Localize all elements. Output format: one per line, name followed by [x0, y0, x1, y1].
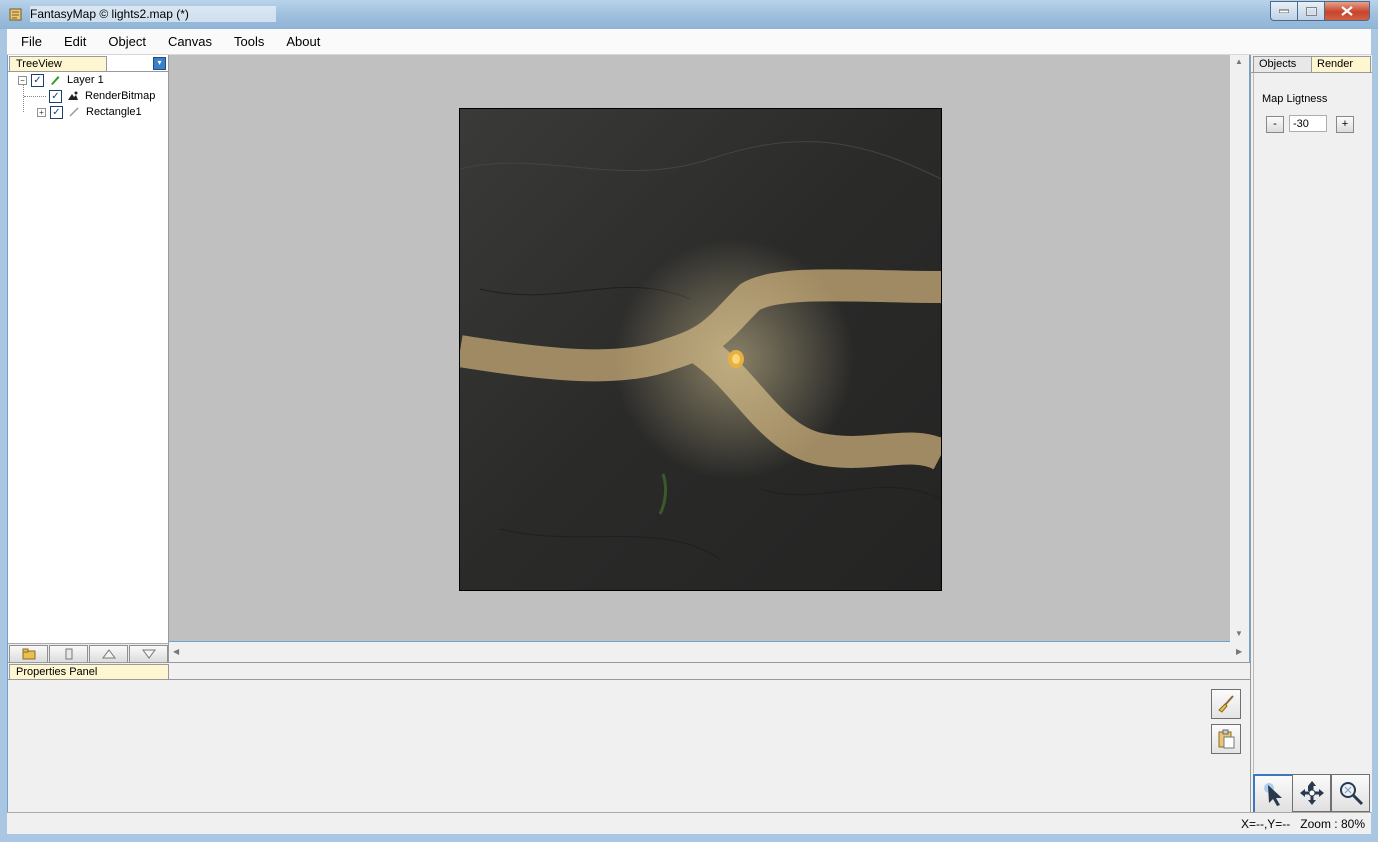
tree-node-renderbitmap[interactable]: ✓ RenderBitmap	[24, 88, 155, 104]
tree-toolbar	[8, 643, 168, 663]
window-controls	[1270, 1, 1370, 21]
lightness-input[interactable]: -30	[1289, 115, 1327, 132]
pin-panel-button[interactable]: ▾	[153, 57, 166, 70]
properties-panel: Properties Panel	[8, 662, 1250, 813]
cursor-coordinates: X=--,Y=--	[1240, 817, 1291, 831]
rectangle1-visibility-checkbox[interactable]: ✓	[50, 105, 63, 119]
bitmap-brush-icon	[68, 91, 78, 100]
arrow-down-icon	[141, 649, 156, 659]
window-frame-bottom	[0, 834, 1378, 842]
menu-canvas[interactable]: Canvas	[160, 31, 220, 53]
expand-toggle[interactable]: +	[37, 107, 46, 117]
zoom-tool-button[interactable]	[1331, 774, 1370, 812]
tree-node-label: Rectangle1	[86, 106, 142, 118]
canvas-horizontal-scrollbar[interactable]: ◀ ▶	[169, 642, 1249, 662]
zoom-level: Zoom : 80%	[1300, 817, 1365, 831]
layer1-visibility-checkbox[interactable]: ✓	[31, 73, 44, 87]
minimize-icon	[1279, 9, 1289, 13]
tree-node-label: Layer 1	[67, 74, 104, 86]
close-button[interactable]	[1324, 1, 1370, 21]
folder-add-icon	[22, 648, 35, 660]
tab-treeview[interactable]: TreeView	[9, 56, 107, 72]
right-tabs: Objects Render	[1251, 55, 1372, 73]
tab-divider	[8, 679, 1250, 680]
clipboard-icon	[1218, 729, 1235, 749]
collapse-toggle[interactable]: −	[18, 75, 27, 85]
line-tool-icon	[69, 107, 79, 117]
move-arrows-icon	[1299, 781, 1324, 805]
minimize-button[interactable]	[1270, 1, 1297, 21]
tree-node-rectangle1[interactable]: + ✓ Rectangle1	[37, 104, 142, 120]
arrow-up-icon	[101, 649, 116, 659]
pan-tool-button[interactable]	[1292, 774, 1331, 812]
render-settings: Map Ligtness - -30 +	[1253, 73, 1370, 773]
menu-file[interactable]: File	[13, 31, 50, 53]
trash-icon	[65, 648, 72, 660]
broom-icon	[1218, 695, 1234, 713]
menu-object[interactable]: Object	[100, 31, 154, 53]
render-panel: Objects Render Map Ligtness - -30 +	[1250, 55, 1372, 814]
scroll-up-icon[interactable]: ▲	[1235, 57, 1243, 66]
scroll-left-icon[interactable]: ◀	[173, 647, 179, 656]
status-bar: X=--,Y=-- Zoom : 80%	[7, 812, 1371, 835]
app-scroll-icon	[9, 8, 22, 21]
move-up-button[interactable]	[89, 645, 128, 663]
window-frame-left	[0, 29, 7, 842]
window-frame-right	[1371, 29, 1378, 842]
magnifier-icon	[1339, 782, 1363, 806]
renderbitmap-visibility-checkbox[interactable]: ✓	[49, 89, 62, 103]
tree-connector	[24, 95, 46, 97]
tab-properties[interactable]: Properties Panel	[9, 664, 169, 680]
lightness-increase-button[interactable]: +	[1336, 116, 1354, 133]
scroll-right-icon[interactable]: ▶	[1236, 647, 1242, 656]
canvas-vertical-scrollbar[interactable]: ▲ ▼	[1230, 55, 1249, 642]
menu-bar: File Edit Object Canvas Tools About	[7, 29, 1371, 55]
title-bar: FantasyMap © lights2.map (*)	[0, 0, 1378, 29]
tree-node-layer1[interactable]: − ✓ Layer 1	[18, 72, 104, 88]
lightness-decrease-button[interactable]: -	[1266, 116, 1284, 133]
map-canvas[interactable]	[169, 55, 1230, 641]
close-icon	[1341, 6, 1353, 16]
paste-properties-button[interactable]	[1211, 724, 1241, 754]
tab-render[interactable]: Render	[1311, 56, 1371, 72]
status-readout: X=--,Y=-- Zoom : 80%	[1241, 817, 1365, 831]
pencil-icon	[51, 76, 60, 85]
maximize-icon	[1305, 6, 1317, 16]
menu-about[interactable]: About	[278, 31, 328, 53]
tree-node-label: RenderBitmap	[85, 90, 156, 102]
delete-layer-button[interactable]	[49, 645, 88, 663]
menu-tools[interactable]: Tools	[226, 31, 272, 53]
maximize-button[interactable]	[1297, 1, 1324, 21]
add-layer-button[interactable]	[9, 645, 48, 663]
map-lightness-label: Map Ligtness	[1262, 93, 1328, 105]
move-down-button[interactable]	[129, 645, 168, 663]
treeview-panel: TreeView ▾ − ✓ Layer 1 ✓ RenderBitmap + …	[8, 55, 169, 662]
select-arrow-icon	[1263, 783, 1282, 806]
map-render-image[interactable]	[459, 108, 942, 591]
tab-objects[interactable]: Objects	[1253, 56, 1313, 72]
window-title: FantasyMap © lights2.map (*)	[30, 6, 276, 22]
clear-properties-button[interactable]	[1211, 689, 1241, 719]
scroll-down-icon[interactable]: ▼	[1235, 629, 1243, 638]
select-tool-button[interactable]	[1253, 774, 1294, 814]
menu-edit[interactable]: Edit	[56, 31, 94, 53]
